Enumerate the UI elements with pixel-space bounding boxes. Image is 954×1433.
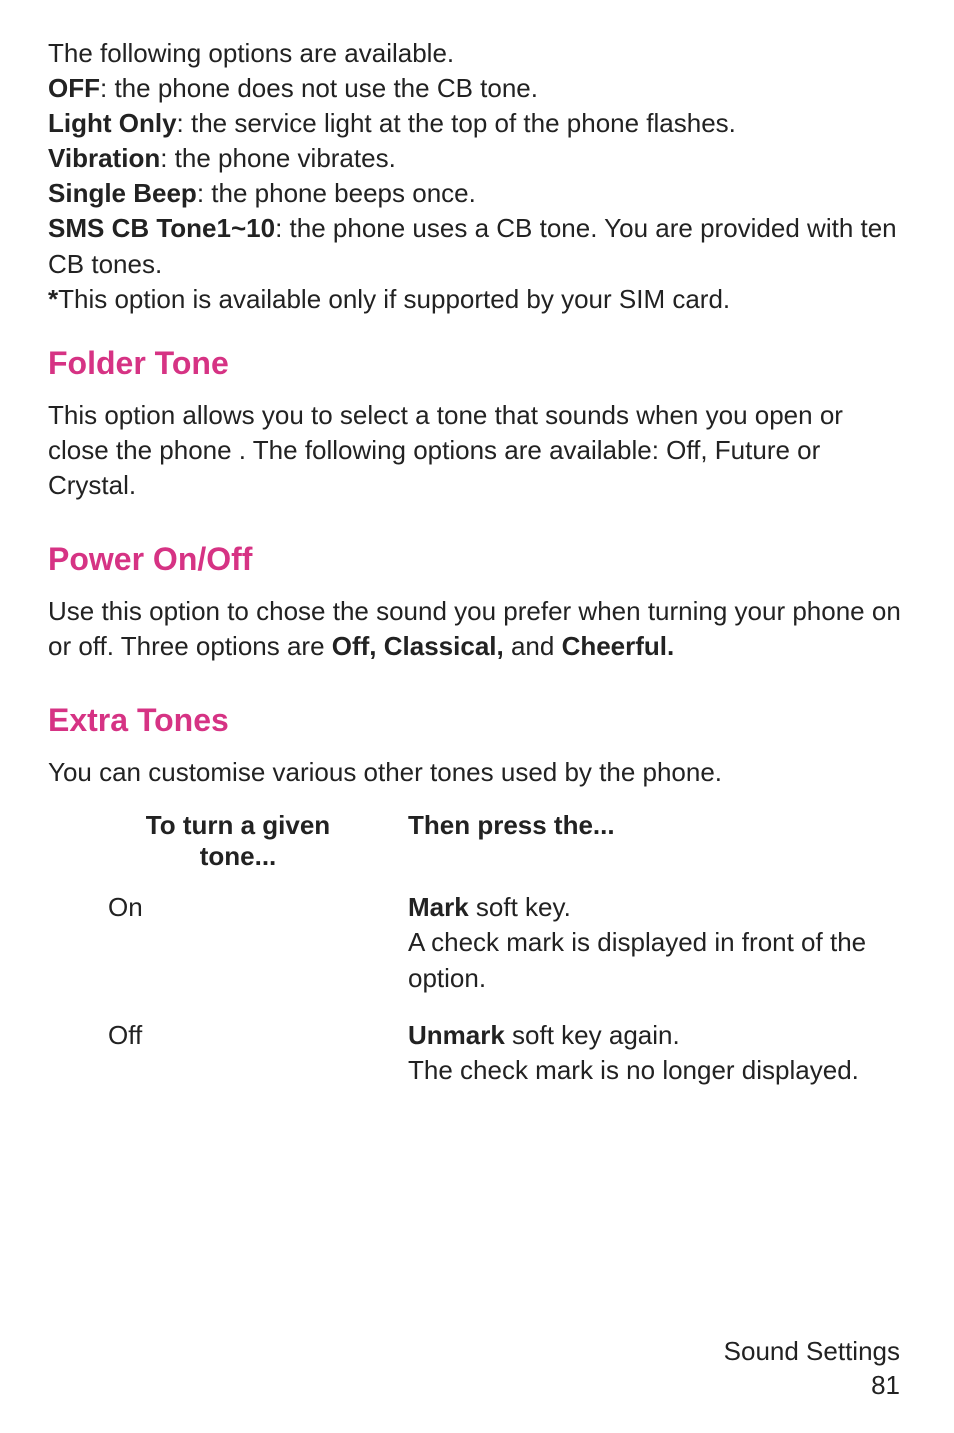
page-footer: Sound Settings 81 <box>724 1335 900 1403</box>
table-row: Off Unmark soft key again. The check mar… <box>108 1018 888 1110</box>
intro-off: OFF: the phone does not use the CB tone. <box>48 71 910 106</box>
intro-note: *This option is available only if suppor… <box>48 282 910 317</box>
table-header-row: To turn a given tone... Then press the..… <box>108 810 888 890</box>
extra-tones-table: To turn a given tone... Then press the..… <box>108 810 888 1109</box>
extra-tones-para: You can customise various other tones us… <box>48 755 910 790</box>
footer-section-title: Sound Settings <box>724 1335 900 1369</box>
folder-tone-para: This option allows you to select a tone … <box>48 398 910 503</box>
intro-vibration: Vibration: the phone vibrates. <box>48 141 910 176</box>
table-header-right: Then press the... <box>408 810 888 890</box>
intro-line1: The following options are available. <box>48 36 910 71</box>
table-header-left: To turn a given tone... <box>108 810 408 890</box>
intro-sms: SMS CB Tone1~10: the phone uses a CB ton… <box>48 211 910 281</box>
intro-light: Light Only: the service light at the top… <box>48 106 910 141</box>
power-onoff-heading: Power On/Off <box>48 541 910 578</box>
table-row: On Mark soft key. A check mark is displa… <box>108 890 888 1017</box>
folder-tone-heading: Folder Tone <box>48 345 910 382</box>
extra-tones-heading: Extra Tones <box>48 702 910 739</box>
intro-beep: Single Beep: the phone beeps once. <box>48 176 910 211</box>
row-off-label: Off <box>108 1018 408 1110</box>
power-onoff-para: Use this option to chose the sound you p… <box>48 594 910 664</box>
intro-block: The following options are available. OFF… <box>48 36 910 317</box>
row-on-desc: Mark soft key. A check mark is displayed… <box>408 890 888 1017</box>
row-on-label: On <box>108 890 408 1017</box>
row-off-desc: Unmark soft key again. The check mark is… <box>408 1018 888 1110</box>
footer-page-number: 81 <box>724 1369 900 1403</box>
